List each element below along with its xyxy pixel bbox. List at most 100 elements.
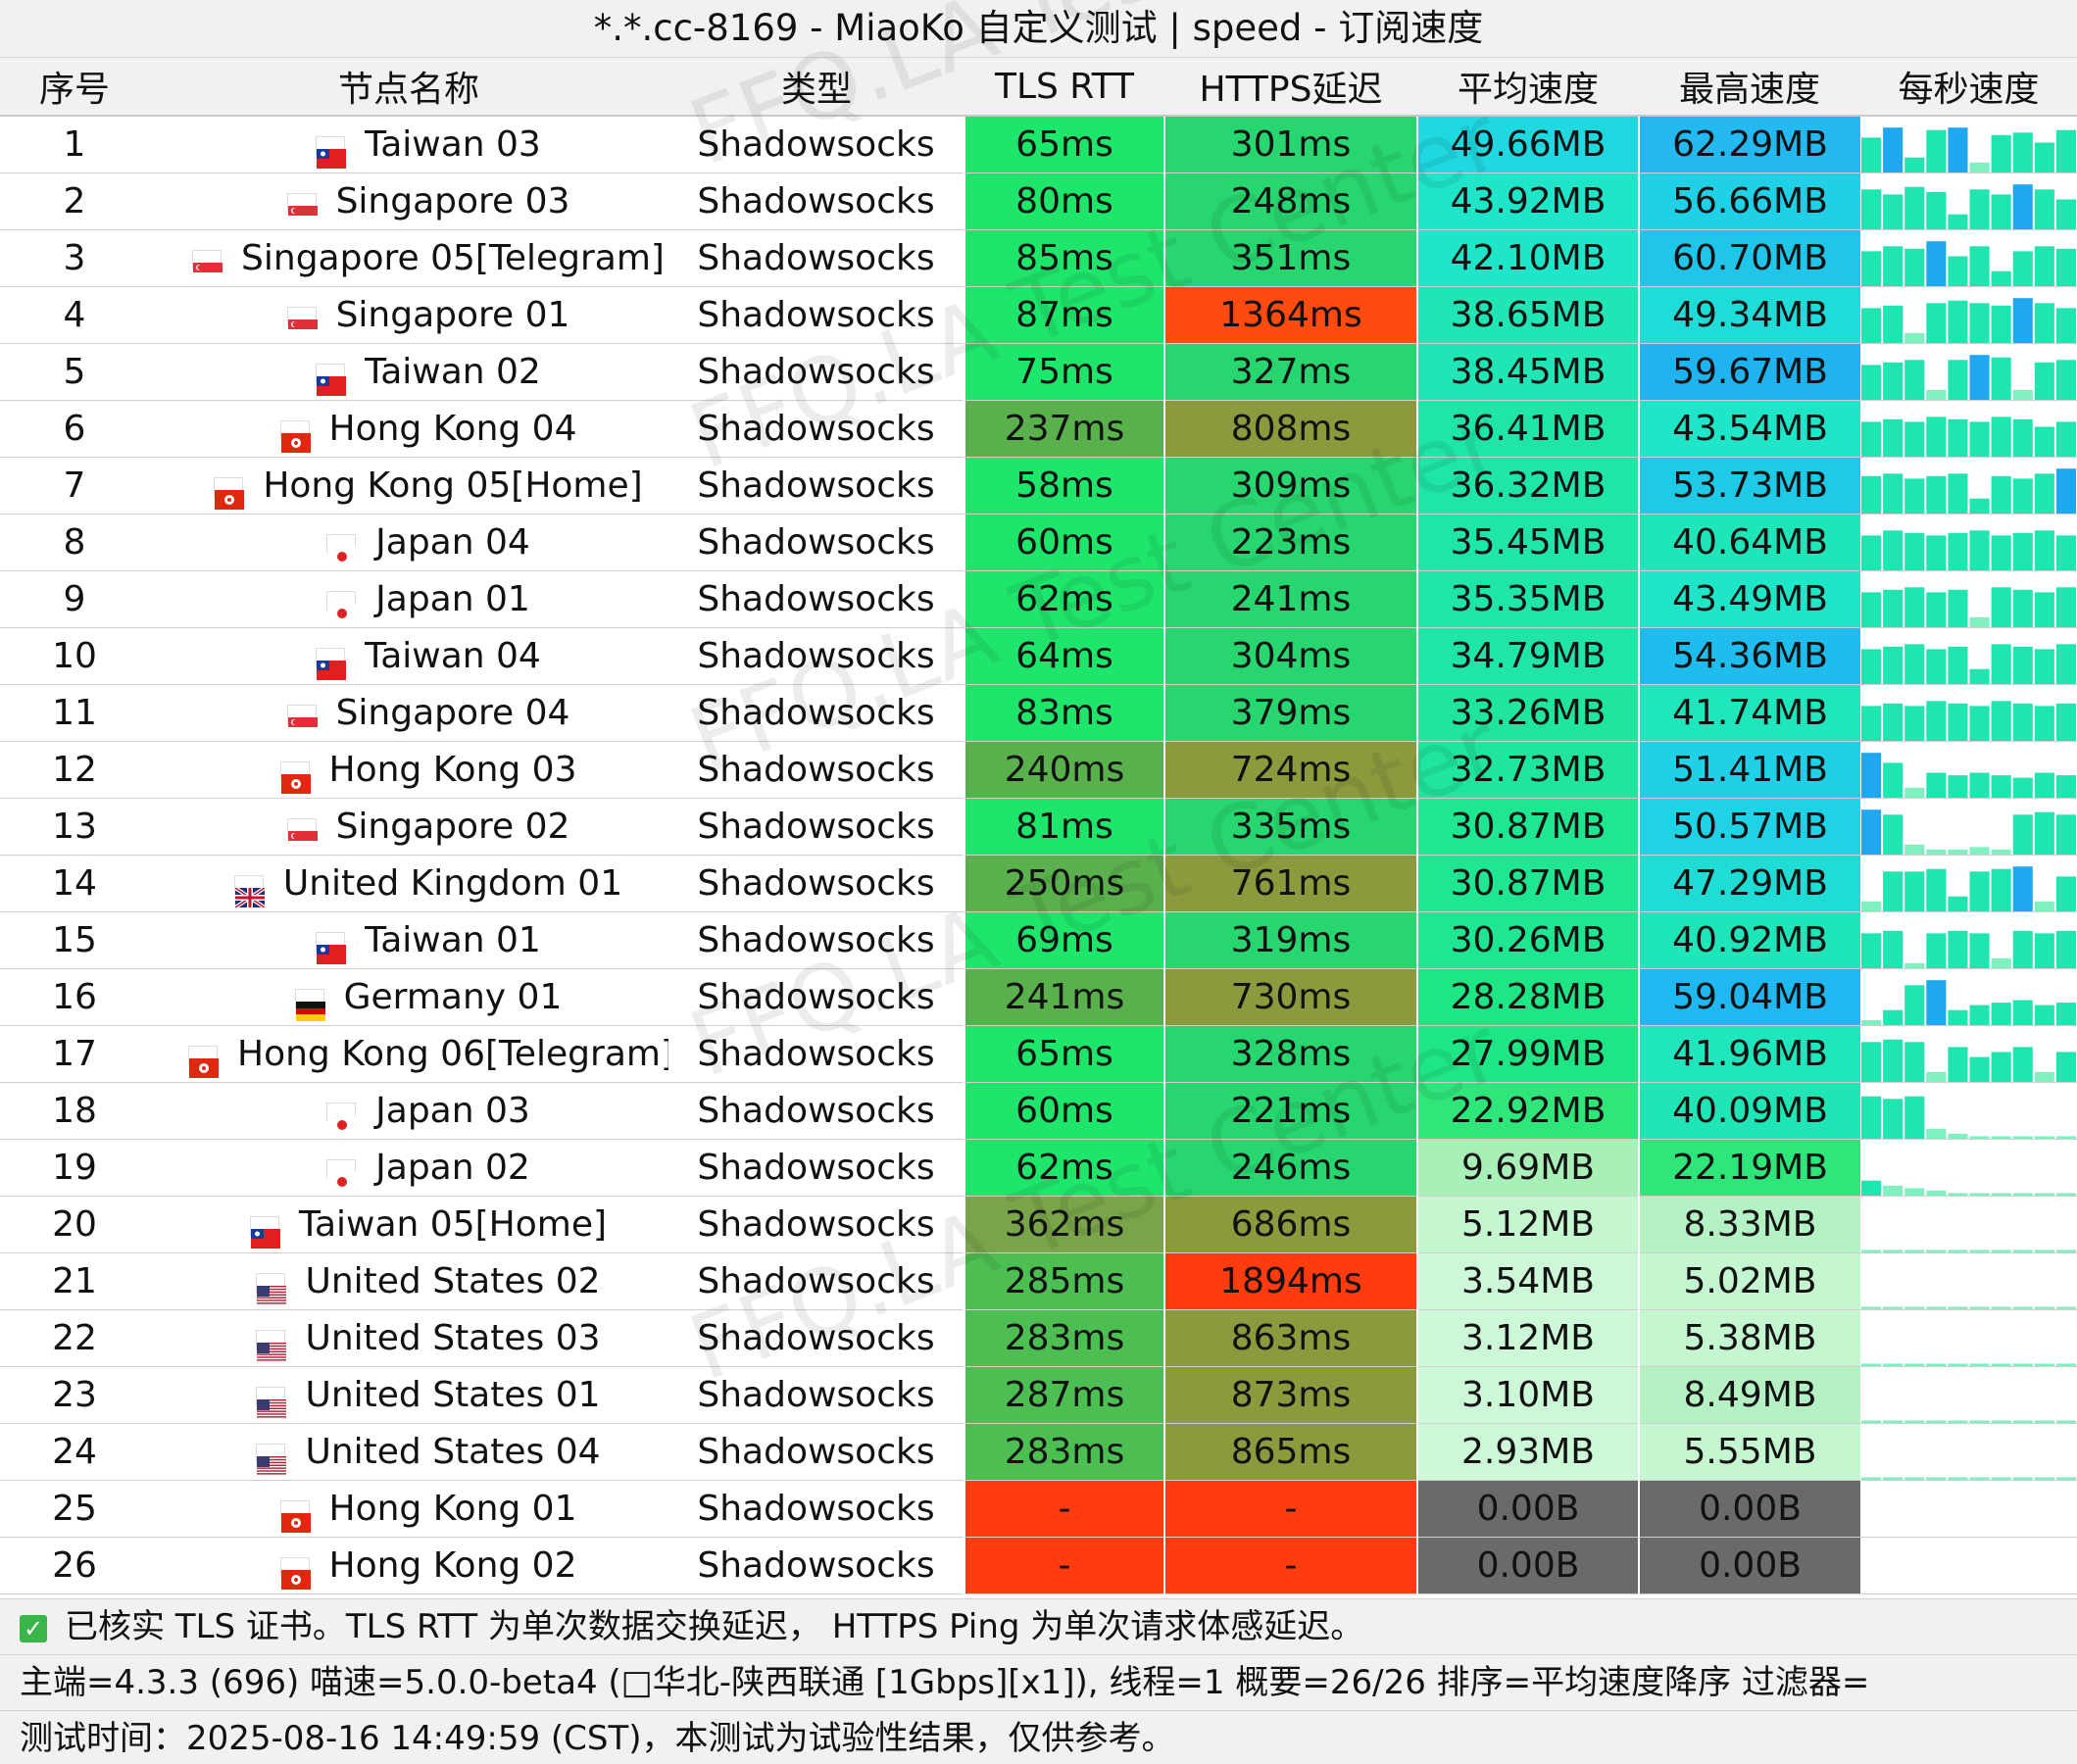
- table-row[interactable]: 14 United Kingdom 01 Shadowsocks 250ms 761ms…: [0, 855, 2077, 912]
- node-name: Hong Kong 01: [328, 1489, 577, 1529]
- node-name-cell: Hong Kong 05[Home]: [149, 457, 668, 514]
- max-speed-value: 0.00B: [1638, 1480, 1860, 1538]
- table-row[interactable]: 5 Taiwan 02 Shadowsocks 75ms 327ms 38.45MB 59.…: [0, 343, 2077, 401]
- speed-bar: [1948, 930, 1968, 968]
- col-header-max-speed[interactable]: 最高速度: [1639, 58, 1860, 117]
- window-title: *.*.cc-8169 - MiaoKo 自定义测试 | speed - 订阅速…: [0, 0, 2077, 58]
- node-name-cell: Japan 01: [149, 570, 668, 628]
- col-header-avg-speed[interactable]: 平均速度: [1417, 58, 1639, 117]
- speed-bar: [1861, 365, 1882, 400]
- table-row[interactable]: 8 Japan 04 Shadowsocks 60ms 223ms 35.45MB 40.6…: [0, 514, 2077, 571]
- table-row[interactable]: 1 Taiwan 03 Shadowsocks 65ms 301ms 49.66MB 62.…: [0, 116, 2077, 173]
- jp-flag-icon: [326, 1102, 358, 1135]
- speed-sparkline: [1860, 1196, 2077, 1253]
- https-latency-value: 246ms: [1163, 1139, 1417, 1197]
- speed-bar: [2055, 421, 2076, 457]
- table-row[interactable]: 24 United States 04 Shadowsocks 283ms 865ms 2…: [0, 1423, 2077, 1481]
- speed-bar: [2055, 703, 2076, 741]
- tls-rtt-value: 285ms: [964, 1252, 1164, 1310]
- table-body: 1 Taiwan 03 Shadowsocks 65ms 301ms 49.66MB 62.…: [0, 116, 2077, 1594]
- col-header-per-second-speed[interactable]: 每秒速度: [1860, 58, 2077, 117]
- tls-rtt-value: 60ms: [964, 514, 1164, 571]
- table-row[interactable]: 15 Taiwan 01 Shadowsocks 69ms 319ms 30.26MB 40…: [0, 911, 2077, 969]
- avg-speed-value: 5.12MB: [1416, 1196, 1639, 1253]
- node-name: United States 03: [305, 1318, 601, 1358]
- https-latency-value: 301ms: [1163, 116, 1417, 173]
- table-row[interactable]: 16 Germany 01 Shadowsocks 241ms 730ms 28.28MB…: [0, 968, 2077, 1026]
- col-header-name[interactable]: 节点名称: [149, 58, 668, 117]
- speed-bar: [1904, 332, 1925, 343]
- node-type: Shadowsocks: [668, 172, 964, 230]
- speed-bar: [1861, 901, 1882, 911]
- tw-flag-icon: [316, 136, 347, 169]
- table-row[interactable]: 18 Japan 03 Shadowsocks 60ms 221ms 22.92MB 40.…: [0, 1082, 2077, 1140]
- sg-flag-icon: [286, 818, 318, 851]
- speed-bar: [1883, 246, 1904, 286]
- speed-bar: [1904, 871, 1925, 911]
- https-latency-value: 808ms: [1163, 400, 1417, 458]
- speed-bar: [2012, 930, 2033, 968]
- col-header-tls-rtt[interactable]: TLS RTT: [964, 58, 1164, 117]
- table-row[interactable]: 2 Singapore 03 Shadowsocks 80ms 248ms 43.92MB…: [0, 172, 2077, 230]
- table-row[interactable]: 23 United States 01 Shadowsocks 287ms 873ms 3…: [0, 1366, 2077, 1424]
- speed-bar: [1969, 530, 1990, 570]
- table-row[interactable]: 25 Hong Kong 01 Shadowsocks - -0.00B 0.00B: [0, 1480, 2077, 1538]
- node-type: Shadowsocks: [668, 116, 964, 173]
- max-speed-value: 40.09MB: [1638, 1082, 1860, 1140]
- speed-sparkline: [1860, 627, 2077, 685]
- speed-bar: [2055, 587, 2076, 627]
- table-row[interactable]: 11 Singapore 04 Shadowsocks 83ms 379ms 33.26M…: [0, 684, 2077, 742]
- tls-rtt-value: 87ms: [964, 286, 1164, 344]
- row-index: 20: [0, 1196, 149, 1253]
- node-type: Shadowsocks: [668, 684, 964, 742]
- table-row[interactable]: 9 Japan 01 Shadowsocks 62ms 241ms 35.35MB 43.4…: [0, 570, 2077, 628]
- row-index: 15: [0, 911, 149, 969]
- node-name-cell: United States 02: [149, 1252, 668, 1310]
- row-index: 8: [0, 514, 149, 571]
- table-row[interactable]: 12 Hong Kong 03 Shadowsocks 240ms 724ms 32.73…: [0, 741, 2077, 799]
- table-row[interactable]: 7 Hong Kong 05[Home] Shadowsocks 58ms 309ms 3…: [0, 457, 2077, 514]
- table-row[interactable]: 21 United States 02 Shadowsocks 285ms 1894ms…: [0, 1252, 2077, 1310]
- max-speed-value: 51.41MB: [1638, 741, 1860, 799]
- table-row[interactable]: 22 United States 03 Shadowsocks 283ms 863ms 3…: [0, 1309, 2077, 1367]
- speed-bar: [1904, 421, 1925, 457]
- table-row[interactable]: 3 Singapore 05[Telegram] Shadowsocks 85ms 35…: [0, 229, 2077, 287]
- table-row[interactable]: 20 Taiwan 05[Home] Shadowsocks 362ms 686ms 5.…: [0, 1196, 2077, 1253]
- table-row[interactable]: 13 Singapore 02 Shadowsocks 81ms 335ms 30.87M…: [0, 798, 2077, 856]
- tls-rtt-value: -: [964, 1537, 1164, 1594]
- col-header-index[interactable]: 序号: [0, 58, 149, 117]
- node-type: Shadowsocks: [668, 343, 964, 401]
- speed-bar: [1948, 256, 1968, 286]
- table-row[interactable]: 10 Taiwan 04 Shadowsocks 64ms 304ms 34.79MB 54…: [0, 627, 2077, 685]
- avg-speed-value: 30.87MB: [1416, 798, 1639, 856]
- https-latency-value: 761ms: [1163, 855, 1417, 912]
- table-row[interactable]: 4 Singapore 01 Shadowsocks 87ms 1364ms 38.65M…: [0, 286, 2077, 344]
- speed-bar: [2012, 251, 2033, 286]
- table-row[interactable]: 26 Hong Kong 02 Shadowsocks - -0.00B 0.00B: [0, 1537, 2077, 1594]
- speed-bar: [1948, 896, 1968, 911]
- max-speed-value: 40.64MB: [1638, 514, 1860, 571]
- speed-bar: [2034, 901, 2054, 911]
- table-row[interactable]: 17 Hong Kong 06[Telegram] Shadowsocks 65ms 3…: [0, 1025, 2077, 1083]
- table-row[interactable]: 19 Japan 02 Shadowsocks 62ms 246ms 9.69MB 22.1…: [0, 1139, 2077, 1197]
- avg-speed-value: 38.65MB: [1416, 286, 1639, 344]
- speed-bar: [1861, 706, 1882, 741]
- table-row[interactable]: 6 Hong Kong 04 Shadowsocks 237ms 808ms 36.41M…: [0, 400, 2077, 458]
- avg-speed-value: 42.10MB: [1416, 229, 1639, 287]
- tls-rtt-value: 362ms: [964, 1196, 1164, 1253]
- speed-bar: [2034, 426, 2054, 457]
- speed-bar: [2034, 772, 2054, 798]
- tls-rtt-value: 75ms: [964, 343, 1164, 401]
- col-header-https-latency[interactable]: HTTPS延迟: [1164, 58, 1417, 117]
- node-name-cell: United States 01: [149, 1366, 668, 1424]
- speed-bar: [2055, 1003, 2076, 1025]
- node-name: Taiwan 05[Home]: [298, 1204, 608, 1245]
- row-index: 14: [0, 855, 149, 912]
- speed-sparkline: [1860, 457, 2077, 514]
- max-speed-value: 40.92MB: [1638, 911, 1860, 969]
- speed-bar: [1991, 194, 2011, 229]
- avg-speed-value: 36.32MB: [1416, 457, 1639, 514]
- speed-bar: [1926, 1190, 1947, 1196]
- speed-sparkline: [1860, 1423, 2077, 1481]
- col-header-type[interactable]: 类型: [668, 58, 964, 117]
